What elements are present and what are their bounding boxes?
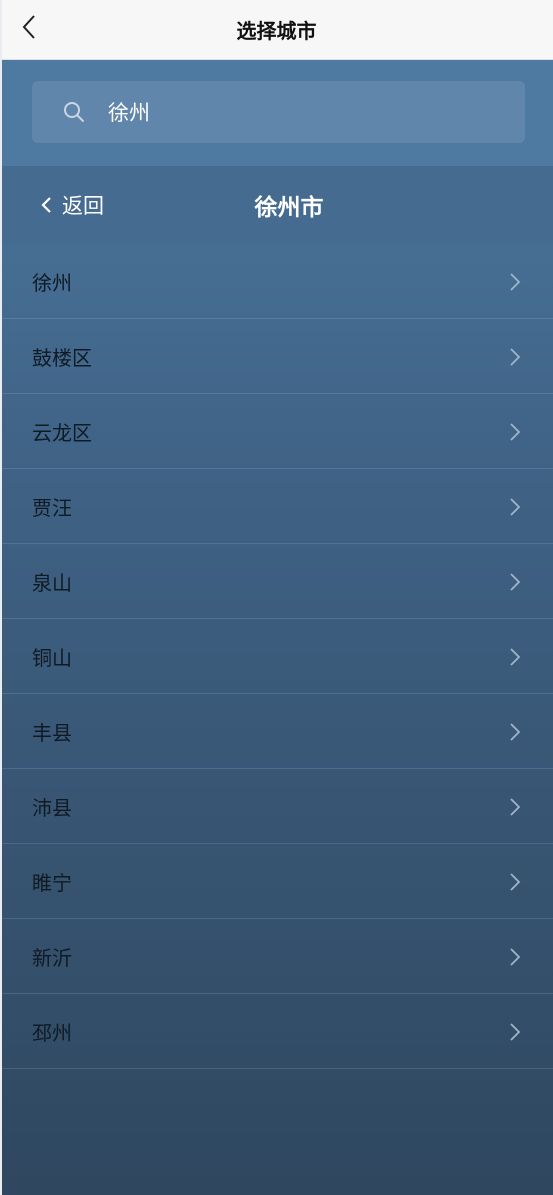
list-item-label: 徐州 xyxy=(32,270,72,295)
chevron-right-icon xyxy=(510,423,521,441)
nav-back-button[interactable] xyxy=(14,10,44,44)
chevron-right-icon xyxy=(510,723,521,741)
city-list: 徐州 鼓楼区 云龙区 贾汪 泉山 铜山 丰县 沛县 睢宁 新沂 邳州 xyxy=(0,244,553,1069)
list-item-label: 贾汪 xyxy=(32,495,72,520)
chevron-right-icon xyxy=(510,273,521,291)
list-item[interactable]: 新沂 xyxy=(0,919,553,994)
chevron-right-icon xyxy=(510,573,521,591)
region-header: 返回 徐州市 xyxy=(0,166,553,244)
list-item-label: 睢宁 xyxy=(32,870,72,895)
list-item-label: 丰县 xyxy=(32,720,72,745)
nav-bar: 选择城市 xyxy=(0,0,553,60)
search-box[interactable] xyxy=(32,81,525,143)
list-item-label: 泉山 xyxy=(32,570,72,595)
list-item-label: 铜山 xyxy=(32,645,72,670)
chevron-right-icon xyxy=(510,798,521,816)
page-title: 选择城市 xyxy=(236,19,317,43)
search-area xyxy=(0,60,553,166)
list-item[interactable]: 鼓楼区 xyxy=(0,319,553,394)
search-icon xyxy=(62,100,86,124)
list-item-label: 云龙区 xyxy=(32,420,92,445)
chevron-right-icon xyxy=(510,648,521,666)
region-title: 徐州市 xyxy=(254,195,324,221)
list-item[interactable]: 丰县 xyxy=(0,694,553,769)
chevron-right-icon xyxy=(510,348,521,366)
list-item[interactable]: 铜山 xyxy=(0,619,553,694)
list-item-label: 邳州 xyxy=(32,1020,72,1045)
list-item[interactable]: 云龙区 xyxy=(0,394,553,469)
left-edge xyxy=(0,0,2,1195)
list-item[interactable]: 沛县 xyxy=(0,769,553,844)
list-item[interactable]: 邳州 xyxy=(0,994,553,1069)
list-item[interactable]: 贾汪 xyxy=(0,469,553,544)
list-item-label: 沛县 xyxy=(32,795,72,820)
list-item[interactable]: 泉山 xyxy=(0,544,553,619)
chevron-right-icon xyxy=(510,873,521,891)
search-input[interactable] xyxy=(108,100,488,124)
list-item[interactable]: 睢宁 xyxy=(0,844,553,919)
list-item[interactable]: 徐州 xyxy=(0,244,553,319)
chevron-left-icon xyxy=(22,15,35,39)
list-item-label: 鼓楼区 xyxy=(32,345,92,370)
list-item-label: 新沂 xyxy=(32,945,72,970)
chevron-right-icon xyxy=(510,498,521,516)
chevron-right-icon xyxy=(510,1023,521,1041)
chevron-right-icon xyxy=(510,948,521,966)
